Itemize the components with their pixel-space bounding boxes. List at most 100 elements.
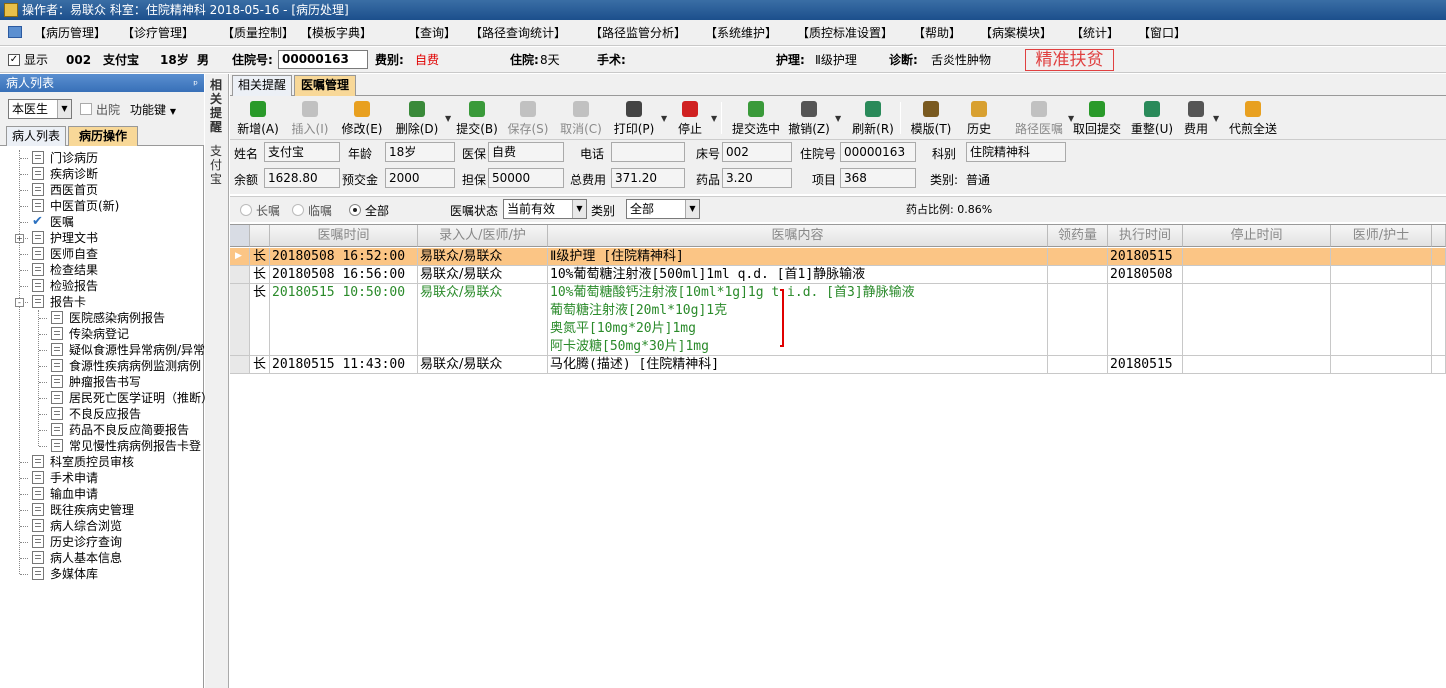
tab-order-management[interactable]: 医嘱管理 — [294, 75, 356, 96]
submit-selected-button[interactable]: 提交选中 — [727, 98, 785, 138]
menu-item-3[interactable]: 【模板字典】 — [300, 20, 372, 46]
doctor-nurse-cell[interactable] — [1331, 266, 1432, 284]
tree-item[interactable]: 手术申请 — [0, 470, 204, 486]
fee-button[interactable]: 费用 — [1180, 98, 1212, 138]
insert-button[interactable]: 插入(I) — [287, 98, 333, 138]
tree-item[interactable]: 医院感染病例报告 — [0, 310, 204, 326]
stop-button[interactable]: 停止 — [670, 98, 710, 138]
order-type-cell[interactable]: 长 — [250, 266, 270, 284]
column-header[interactable]: 录入人/医师/护 — [418, 225, 548, 247]
related-reminder-vertical[interactable]: 相关提醒 — [210, 78, 224, 134]
tree-item[interactable]: - 报告卡 — [0, 294, 204, 310]
tree-item[interactable]: 传染病登记 — [0, 326, 204, 342]
column-header[interactable]: 医嘱时间 — [270, 225, 418, 247]
tree-item[interactable]: 科室质控员审核 — [0, 454, 204, 470]
tree-item[interactable]: 既往疾病史管理 — [0, 502, 204, 518]
menu-item-1[interactable]: 【诊疗管理】 — [122, 20, 194, 46]
tree-item[interactable]: ✔ 医嘱 — [0, 214, 204, 230]
order-time-cell[interactable]: 20180508 16:56:00 — [270, 266, 418, 284]
menu-item-0[interactable]: 【病历管理】 — [34, 20, 106, 46]
doctor-nurse-cell[interactable] — [1331, 284, 1432, 356]
tab-related-reminder[interactable]: 相关提醒 — [232, 75, 292, 96]
filler-cell[interactable] — [1432, 356, 1446, 374]
order-content-cell[interactable]: 10%葡萄糖注射液[500ml]1ml q.d. [首1]静脉输液 — [548, 266, 1048, 284]
tab-record-ops[interactable]: 病历操作 — [68, 126, 138, 146]
order-time-cell[interactable]: 20180515 10:50:00 — [270, 284, 418, 356]
tree-item[interactable]: 病人基本信息 — [0, 550, 204, 566]
tree-item[interactable]: 疾病诊断 — [0, 166, 204, 182]
exec-time-cell[interactable] — [1108, 284, 1183, 356]
menu-item-7[interactable]: 【系统维护】 — [705, 20, 777, 46]
tree-item[interactable]: 中医首页(新) — [0, 198, 204, 214]
dropdown-arrow-icon[interactable]: ▼ — [445, 114, 451, 123]
column-header[interactable]: 医嘱内容 — [548, 225, 1048, 247]
row-selector[interactable]: ▶ — [230, 248, 250, 266]
menu-item-8[interactable]: 【质控标准设置】 — [797, 20, 893, 46]
order-type-cell[interactable]: 长 — [250, 284, 270, 356]
tree-item[interactable]: 药品不良反应简要报告 — [0, 422, 204, 438]
dropdown-arrow-icon[interactable]: ▼ — [835, 114, 841, 123]
order-grid[interactable]: 医嘱时间 录入人/医师/护 医嘱内容 领药量 执行时间 停止时间 医师/护士 ▶ 长 201805… — [230, 224, 1446, 688]
tree-item[interactable]: 不良反应报告 — [0, 406, 204, 422]
order-time-cell[interactable]: 20180515 11:43:00 — [270, 356, 418, 374]
tree-item[interactable]: 医师自查 — [0, 246, 204, 262]
filler-cell[interactable] — [1432, 266, 1446, 284]
order-content-cell[interactable]: 10%葡萄糖酸钙注射液[10ml*1g]1g t.i.d. [首3]静脉输液 葡萄… — [548, 284, 1048, 356]
add-button[interactable]: 新增(A) — [232, 98, 284, 138]
tree-item[interactable]: 居民死亡医学证明（推断） — [0, 390, 213, 406]
stop-time-cell[interactable] — [1183, 248, 1331, 266]
row-selector[interactable] — [230, 266, 250, 284]
pathway-button[interactable]: 路径医嘱 — [1011, 98, 1067, 138]
func-key-button[interactable]: 功能键 ▼ — [130, 101, 176, 118]
show-checkbox[interactable]: ✓ — [8, 54, 20, 66]
history-button[interactable]: 历史 — [961, 98, 997, 138]
dropdown-arrow-icon[interactable]: ▼ — [661, 114, 667, 123]
tree-item[interactable]: 病人综合浏览 — [0, 518, 204, 534]
order-status-select[interactable]: 当前有效 ▼ — [503, 199, 587, 219]
template-button[interactable]: 模版(T) — [906, 98, 956, 138]
column-header[interactable]: 领药量 — [1048, 225, 1108, 247]
inpatient-no-field[interactable]: 00000163 — [278, 50, 368, 69]
delete-button[interactable]: 删除(D) — [390, 98, 444, 138]
entry-person-cell[interactable]: 易联众/易联众 — [418, 356, 548, 374]
dropdown-arrow-icon[interactable]: ▼ — [711, 114, 717, 123]
submit-button[interactable]: 提交(B) — [453, 98, 501, 138]
tree-item[interactable]: 常见慢性病病例报告卡登 — [0, 438, 204, 454]
entry-person-cell[interactable]: 易联众/易联众 — [418, 266, 548, 284]
menu-item-12[interactable]: 【窗口】 — [1138, 20, 1186, 46]
expand-icon[interactable]: + — [15, 234, 24, 243]
tree-item[interactable]: 多媒体库 — [0, 566, 204, 582]
menu-app-icon[interactable] — [8, 26, 22, 38]
exec-time-cell[interactable]: 20180515 — [1108, 356, 1183, 374]
tree-item[interactable]: 肿瘤报告书写 — [0, 374, 204, 390]
entry-person-cell[interactable]: 易联众/易联众 — [418, 284, 548, 356]
filler-cell[interactable] — [1432, 248, 1446, 266]
menu-item-9[interactable]: 【帮助】 — [913, 20, 961, 46]
collapse-icon[interactable]: - — [15, 298, 24, 307]
filler-cell[interactable] — [1432, 284, 1446, 356]
trash-button[interactable]: 撤销(Z) — [784, 98, 834, 138]
dispense-qty-cell[interactable] — [1048, 266, 1108, 284]
dispense-qty-cell[interactable] — [1048, 284, 1108, 356]
save-button[interactable]: 保存(S) — [503, 98, 553, 138]
order-content-cell[interactable]: 马化腾(描述) [住院精神科] — [548, 356, 1048, 374]
tree-item[interactable]: 检验报告 — [0, 278, 204, 294]
all-order-radio[interactable] — [349, 204, 361, 216]
order-time-cell[interactable]: 20180508 16:52:00 — [270, 248, 418, 266]
dispense-qty-cell[interactable] — [1048, 356, 1108, 374]
order-type-cell[interactable]: 长 — [250, 356, 270, 374]
doctor-filter-select[interactable]: 本医生 ▼ — [8, 99, 72, 119]
temp-order-radio[interactable] — [292, 204, 304, 216]
stop-time-cell[interactable] — [1183, 356, 1331, 374]
decoct-button[interactable]: 代煎全送 — [1218, 98, 1288, 138]
dispense-qty-cell[interactable] — [1048, 248, 1108, 266]
menu-item-10[interactable]: 【病案模块】 — [980, 20, 1052, 46]
tree-item[interactable]: 西医首页 — [0, 182, 204, 198]
doctor-nurse-cell[interactable] — [1331, 248, 1432, 266]
retrieve-button[interactable]: 取回提交 — [1068, 98, 1126, 138]
order-content-cell[interactable]: Ⅱ级护理 [住院精神科] — [548, 248, 1048, 266]
print-button[interactable]: 打印(P) — [608, 98, 660, 138]
cancel-button[interactable]: 取消(C) — [556, 98, 606, 138]
stop-time-cell[interactable] — [1183, 284, 1331, 356]
reorganize-button[interactable]: 重整(U) — [1127, 98, 1177, 138]
